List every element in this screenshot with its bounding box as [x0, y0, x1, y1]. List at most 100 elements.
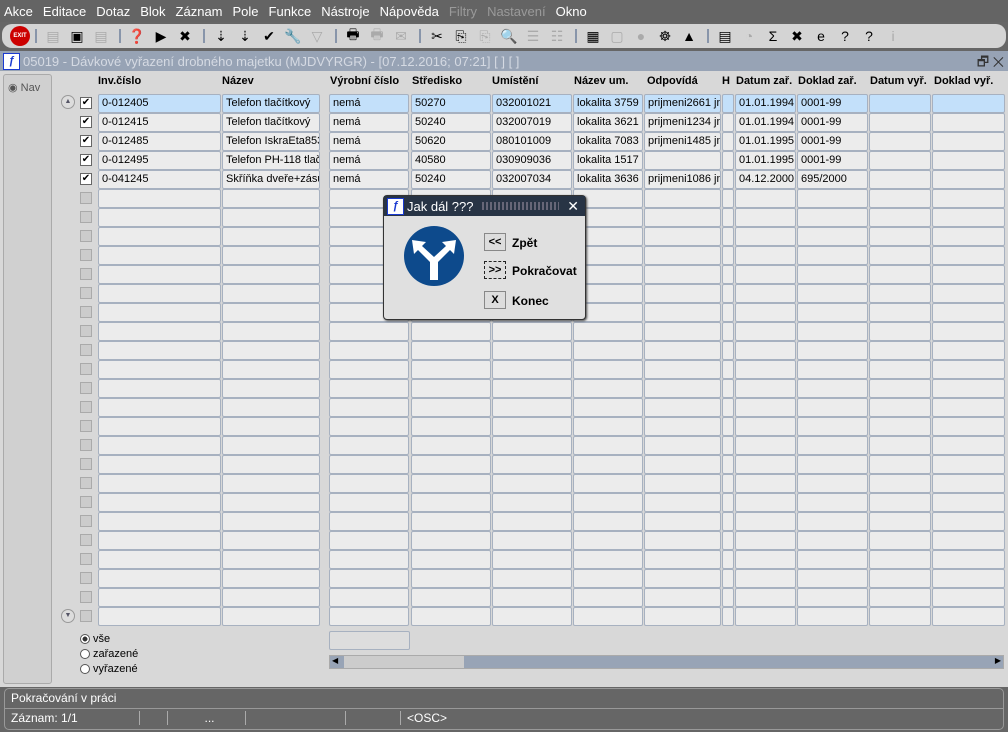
grid-cell[interactable]: [98, 550, 221, 569]
grid-cell[interactable]: [329, 436, 409, 455]
ie-icon[interactable]: e: [810, 26, 832, 46]
grid-cell[interactable]: nemá: [329, 113, 409, 132]
grid-cell[interactable]: [644, 474, 721, 493]
query-cancel-icon[interactable]: ✖: [174, 26, 196, 46]
grid-cell[interactable]: [797, 607, 868, 626]
print-icon[interactable]: 🖶: [342, 26, 364, 46]
grid-cell[interactable]: Telefon tlačítkový: [222, 113, 320, 132]
grid-cell[interactable]: 032007019: [492, 113, 572, 132]
grid-cell[interactable]: [644, 379, 721, 398]
grid-cell[interactable]: [329, 322, 409, 341]
grid-cell[interactable]: [735, 284, 796, 303]
grid-cell[interactable]: [797, 189, 868, 208]
grid-cell[interactable]: [932, 569, 1005, 588]
grid-cell[interactable]: [722, 417, 734, 436]
menu-nápověda[interactable]: Nápověda: [380, 4, 439, 19]
grid-cell[interactable]: [735, 246, 796, 265]
tree-icon[interactable]: ☰: [522, 26, 544, 46]
grid-cell[interactable]: [411, 436, 491, 455]
help-context-icon[interactable]: ?: [834, 26, 856, 46]
grid-cell[interactable]: 032007034: [492, 170, 572, 189]
grid-cell[interactable]: [98, 322, 221, 341]
grid-cell[interactable]: [797, 322, 868, 341]
tree-expand-icon[interactable]: ☷: [546, 26, 568, 46]
grid-cell[interactable]: [735, 417, 796, 436]
column-header[interactable]: Inv.číslo: [98, 75, 141, 87]
row-checkbox[interactable]: ✔: [80, 135, 92, 147]
row-checkbox[interactable]: [80, 325, 92, 337]
sort-asc-icon[interactable]: ⇣: [210, 26, 232, 46]
grid-cell[interactable]: [222, 512, 320, 531]
grid-cell[interactable]: nemá: [329, 132, 409, 151]
grid-cell[interactable]: 0-012485: [98, 132, 221, 151]
excel-icon[interactable]: ✖: [786, 26, 808, 46]
grid-cell[interactable]: [573, 379, 643, 398]
grid-cell[interactable]: [869, 512, 931, 531]
grid-cell[interactable]: [722, 208, 734, 227]
grid-cell[interactable]: [411, 474, 491, 493]
grid-cell[interactable]: [222, 455, 320, 474]
grid-cell[interactable]: [722, 113, 734, 132]
grid-cell[interactable]: 01.01.1994: [735, 113, 796, 132]
grid-cell[interactable]: [573, 493, 643, 512]
grid-cell[interactable]: [869, 303, 931, 322]
grid-cell[interactable]: Skříňka dveře+zásu: [222, 170, 320, 189]
grid-cell[interactable]: lokalita 3636: [573, 170, 643, 189]
grid-cell[interactable]: [869, 474, 931, 493]
grid-cell[interactable]: [222, 303, 320, 322]
grid-cell[interactable]: [797, 341, 868, 360]
grid-cell[interactable]: [722, 246, 734, 265]
grid-cell[interactable]: [869, 531, 931, 550]
grid-cell[interactable]: [735, 398, 796, 417]
restore-icon[interactable]: 🗗: [977, 54, 989, 69]
grid-cell[interactable]: [98, 303, 221, 322]
row-checkbox[interactable]: [80, 401, 92, 413]
grid-cell[interactable]: [869, 569, 931, 588]
grid-cell[interactable]: [722, 360, 734, 379]
grid-cell[interactable]: [722, 322, 734, 341]
row-checkbox[interactable]: [80, 268, 92, 280]
grid-cell[interactable]: [492, 550, 572, 569]
grid-cell[interactable]: [329, 474, 409, 493]
grid-cell[interactable]: [222, 569, 320, 588]
grid-cell[interactable]: 0-012495: [98, 151, 221, 170]
grid-cell[interactable]: [869, 284, 931, 303]
grid-cell[interactable]: [735, 303, 796, 322]
sort-desc-icon[interactable]: ⇣: [234, 26, 256, 46]
grid-cell[interactable]: [869, 493, 931, 512]
scroll-right-icon[interactable]: ▶: [995, 656, 1001, 665]
grid-cell[interactable]: [735, 379, 796, 398]
grid-cell[interactable]: [411, 588, 491, 607]
grid-cell[interactable]: [869, 379, 931, 398]
grid-cell[interactable]: [329, 398, 409, 417]
scroll-up-button[interactable]: ▲: [61, 95, 75, 109]
grid-cell[interactable]: [932, 94, 1005, 113]
grid-cell[interactable]: [735, 436, 796, 455]
grid-cell[interactable]: [98, 208, 221, 227]
grid-cell[interactable]: [722, 227, 734, 246]
continue-button[interactable]: >>: [484, 261, 506, 279]
grid-cell[interactable]: [329, 512, 409, 531]
grid-cell[interactable]: [869, 322, 931, 341]
grid-cell[interactable]: [644, 512, 721, 531]
grid-cell[interactable]: [644, 303, 721, 322]
column-header[interactable]: Doklad zař.: [798, 75, 857, 87]
document-icon[interactable]: ▢: [606, 26, 628, 46]
menu-akce[interactable]: Akce: [4, 4, 33, 19]
grid-cell[interactable]: [722, 436, 734, 455]
grid-cell[interactable]: [644, 455, 721, 474]
grid-cell[interactable]: [573, 569, 643, 588]
row-checkbox[interactable]: [80, 515, 92, 527]
grid-cell[interactable]: 04.12.2000: [735, 170, 796, 189]
grid-cell[interactable]: [869, 151, 931, 170]
row-checkbox[interactable]: ✔: [80, 116, 92, 128]
grid-cell[interactable]: [869, 607, 931, 626]
column-header[interactable]: Výrobní číslo: [330, 75, 399, 87]
column-header[interactable]: Datum vyř.: [870, 75, 927, 87]
grid-cell[interactable]: [98, 512, 221, 531]
grid-cell[interactable]: [644, 569, 721, 588]
row-checkbox[interactable]: ✔: [80, 154, 92, 166]
grid-cell[interactable]: [722, 398, 734, 417]
grid-cell[interactable]: 0001-99: [797, 151, 868, 170]
grid-cell[interactable]: [98, 379, 221, 398]
